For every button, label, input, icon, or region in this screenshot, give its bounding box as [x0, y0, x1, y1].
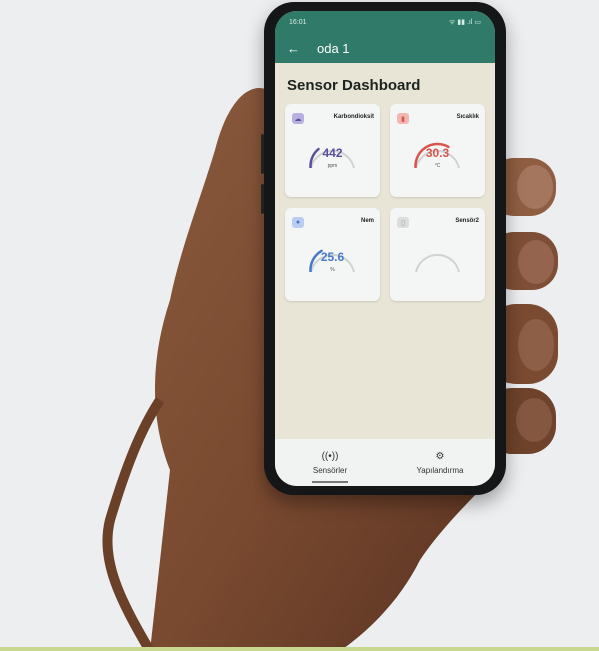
- thermometer-icon: ▮: [397, 113, 409, 124]
- sensor-card-co2[interactable]: ☁ Karbondioksit 442 ppm: [285, 104, 380, 197]
- sensor-value: 25.6: [320, 250, 345, 264]
- sensor-name: Sensör2: [455, 218, 479, 224]
- sensor-card-humidity[interactable]: ● Nem 25.6 %: [285, 208, 380, 301]
- sensor-icon: ▯: [397, 217, 409, 228]
- status-indicators: ᯤ ▮▮ .ıl ▭: [449, 18, 481, 26]
- ground-line: [0, 647, 599, 651]
- sensor-name: Nem: [360, 218, 374, 224]
- back-arrow-icon[interactable]: ←: [287, 41, 307, 56]
- dashboard-content: Sensor Dashboard ☁ Karbondioksit 442 ppm…: [275, 63, 495, 301]
- status-bar: 16:01 ᯤ ▮▮ .ıl ▭: [275, 11, 495, 33]
- nav-active-indicator: [312, 481, 348, 483]
- page-title: oda 1: [317, 40, 350, 56]
- sensor-name: Karbondioksit: [333, 114, 374, 120]
- sensor-unit: %: [330, 267, 335, 273]
- sensor-card-sensor2[interactable]: ▯ Sensör2: [390, 208, 485, 301]
- gauge-track: [415, 253, 460, 272]
- sensor-unit: °C: [434, 163, 441, 169]
- cloud-icon: ☁: [292, 113, 304, 124]
- sensor-grid: ☁ Karbondioksit 442 ppm ▮ Sıcaklık 30.3 …: [285, 104, 485, 301]
- app-bar: ← oda 1: [275, 33, 495, 63]
- status-time: 16:01: [289, 18, 307, 26]
- nav-item-configuration[interactable]: ⚙ Yapılandırma: [385, 439, 495, 486]
- nav-item-sensors[interactable]: ((•)) Sensörler: [275, 439, 385, 486]
- sensor-value: 30.3: [425, 146, 450, 160]
- nav-label-sensors: Sensörler: [312, 465, 348, 475]
- phone-frame: 16:01 ᯤ ▮▮ .ıl ▭ ← oda 1 Sensor Dashboar…: [261, 2, 506, 495]
- sensor-card-temperature[interactable]: ▮ Sıcaklık 30.3 °C: [390, 104, 485, 197]
- power-button: [261, 184, 264, 214]
- water-drop-icon: ●: [292, 217, 304, 228]
- phone-screen: 16:01 ᯤ ▮▮ .ıl ▭ ← oda 1 Sensor Dashboar…: [275, 11, 495, 486]
- gauge: [415, 253, 460, 272]
- volume-button: [261, 134, 264, 174]
- sensor-name: Sıcaklık: [456, 114, 479, 120]
- sensors-icon: ((•)): [321, 450, 339, 462]
- sensor-unit: ppm: [327, 163, 338, 169]
- nav-label-configuration: Yapılandırma: [416, 465, 464, 475]
- dashboard-title: Sensor Dashboard: [287, 77, 421, 94]
- sensor-value: 442: [322, 146, 343, 160]
- bottom-navigation: ((•)) Sensörler ⚙ Yapılandırma: [275, 439, 495, 486]
- gear-icon: ⚙: [435, 450, 445, 462]
